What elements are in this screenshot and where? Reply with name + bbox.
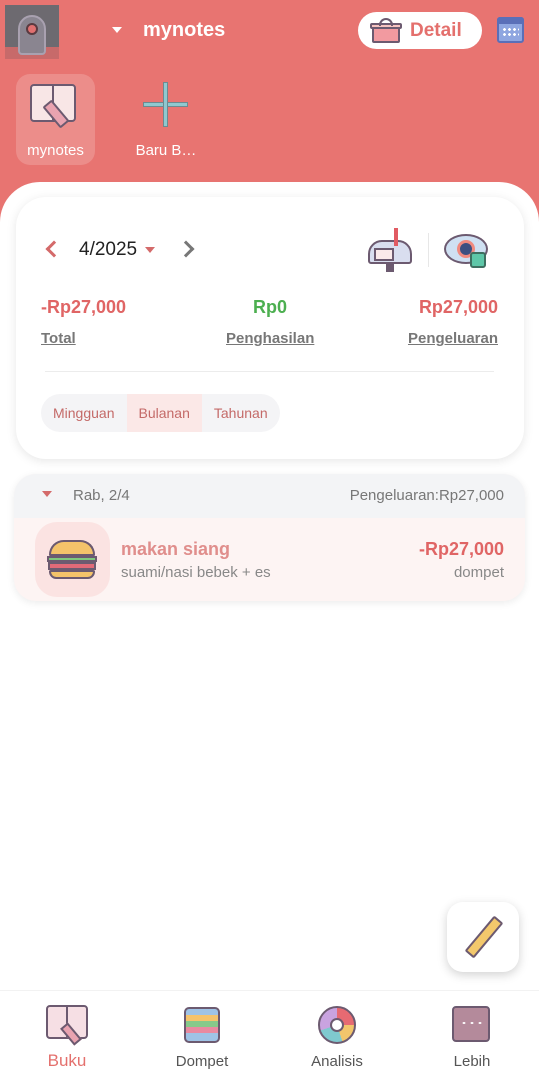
day-total: Pengeluaran:Rp27,000 [349, 487, 504, 504]
total-label[interactable]: Total [41, 330, 76, 347]
transaction-title[interactable]: makan siang [121, 539, 230, 560]
calendar-icon[interactable] [497, 17, 524, 43]
detail-button-label: Detail [410, 19, 462, 41]
expense-value: Rp27,000 [418, 297, 498, 317]
new-book-label[interactable]: Baru B… [128, 142, 204, 159]
transaction-amount: -Rp27,000 [418, 539, 504, 559]
tab-weekly[interactable]: Mingguan [41, 394, 127, 432]
period-selector[interactable]: 4/2025 [79, 239, 137, 261]
total-value: -Rp27,000 [41, 297, 127, 317]
nav-label: Dompet [175, 1053, 229, 1070]
book-tile-label[interactable]: mynotes [16, 142, 95, 159]
add-transaction-button[interactable] [447, 902, 519, 972]
mailbox-icon[interactable] [368, 228, 412, 272]
wallet-icon [184, 1007, 220, 1043]
nav-label: Analisis [311, 1053, 363, 1070]
nav-item-analisis[interactable]: Analisis [282, 991, 392, 1080]
tab-yearly[interactable]: Tahunan [202, 394, 280, 432]
book-icon [28, 82, 80, 129]
nav-label: Lebih [453, 1053, 491, 1070]
book-title[interactable]: mynotes [143, 19, 225, 42]
transaction-note: suami/nasi bebek + es [121, 564, 271, 581]
day-date: Rab, 2/4 [73, 487, 130, 504]
basket-icon [370, 17, 402, 44]
more-icon [452, 1006, 490, 1042]
nav-item-buku[interactable]: Buku [12, 991, 122, 1080]
nav-item-dompet[interactable]: Dompet [147, 991, 257, 1080]
pencil-icon [464, 915, 504, 959]
eye-check-icon[interactable] [444, 230, 490, 270]
period-caret-icon[interactable] [145, 247, 155, 253]
book-switcher-caret-icon[interactable] [112, 27, 122, 33]
nav-item-lebih[interactable]: Lebih [417, 991, 527, 1080]
pie-chart-icon [318, 1006, 356, 1044]
bottom-nav: Buku Dompet Analisis Lebih [0, 990, 539, 1080]
divider [428, 233, 429, 267]
period-tabs: Mingguan Bulanan Tahunan [41, 394, 280, 432]
collapse-caret-icon[interactable] [42, 491, 52, 497]
plus-icon[interactable] [143, 82, 188, 127]
transaction-wallet: dompet [453, 564, 504, 581]
book-icon [46, 1005, 90, 1046]
expense-label[interactable]: Pengeluaran [408, 330, 498, 347]
nav-label: Buku [47, 1051, 87, 1070]
divider [45, 371, 494, 372]
tab-monthly[interactable]: Bulanan [126, 394, 202, 432]
income-value: Rp0 [253, 297, 288, 317]
burger-icon [47, 540, 97, 580]
income-label[interactable]: Penghasilan [226, 330, 314, 347]
avatar[interactable] [5, 5, 59, 59]
detail-button[interactable]: Detail [358, 12, 482, 49]
